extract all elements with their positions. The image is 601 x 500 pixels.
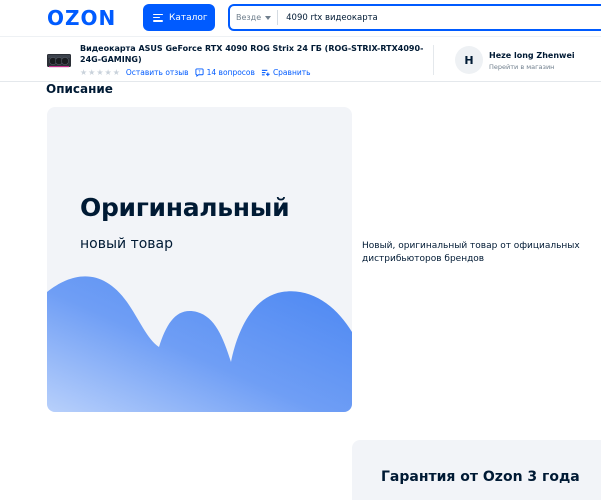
- svg-text:?: ?: [198, 69, 200, 74]
- compare-link[interactable]: Сравнить: [261, 68, 311, 77]
- seller-name[interactable]: Heze long Zhenwei: [489, 51, 575, 60]
- product-thumbnail[interactable]: [46, 47, 72, 73]
- leave-review-link[interactable]: Оставить отзыв: [126, 68, 189, 77]
- promo-headline: Оригинальный: [80, 193, 290, 222]
- description-heading: Описание: [46, 82, 113, 96]
- top-header: OZON Каталог Везде: [0, 0, 601, 36]
- star-icon: ★: [96, 67, 104, 77]
- star-icon: ★: [112, 67, 120, 77]
- leave-review-label: Оставить отзыв: [125, 68, 189, 77]
- star-icon: ★: [80, 67, 88, 77]
- seller-avatar[interactable]: H: [455, 46, 483, 74]
- search-scope-label: Везде: [236, 13, 262, 22]
- rating-stars: ★ ★ ★ ★ ★: [80, 67, 120, 77]
- questions-link[interactable]: ? 14 вопросов: [195, 68, 255, 77]
- ozon-logo[interactable]: OZON: [47, 6, 116, 30]
- guarantee-card: Гарантия от Ozon 3 года: [352, 440, 601, 500]
- star-icon: ★: [104, 67, 112, 77]
- search-scope-select[interactable]: Везде: [230, 10, 279, 25]
- description-promo-image: Оригинальный новый товар: [47, 107, 352, 412]
- catalog-button[interactable]: Каталог: [143, 4, 215, 31]
- question-bubble-icon: ?: [195, 68, 204, 77]
- search-input[interactable]: [278, 12, 579, 23]
- description-text: Новый, оригинальный товар от официальных…: [362, 241, 580, 264]
- questions-label: 14 вопросов: [206, 68, 255, 77]
- product-title[interactable]: Видеокарта ASUS GeForce RTX 4090 ROG Str…: [80, 43, 440, 65]
- promo-subheadline: новый товар: [80, 236, 174, 252]
- search-bar: Везде: [228, 4, 601, 31]
- compare-icon: [261, 69, 270, 77]
- catalog-button-label: Каталог: [169, 12, 208, 23]
- star-icon: ★: [88, 67, 96, 77]
- catalog-menu-icon: [153, 13, 163, 22]
- divider: [433, 45, 434, 75]
- guarantee-title: Гарантия от Ozon 3 года: [381, 469, 580, 485]
- compare-label: Сравнить: [272, 68, 311, 77]
- chevron-down-icon: [265, 15, 272, 20]
- go-to-store-link[interactable]: Перейти в магазин: [489, 63, 554, 71]
- product-meta-row: ★ ★ ★ ★ ★ Оставить отзыв ? 14 вопросов С…: [80, 68, 311, 77]
- wave-decoration: [47, 276, 352, 412]
